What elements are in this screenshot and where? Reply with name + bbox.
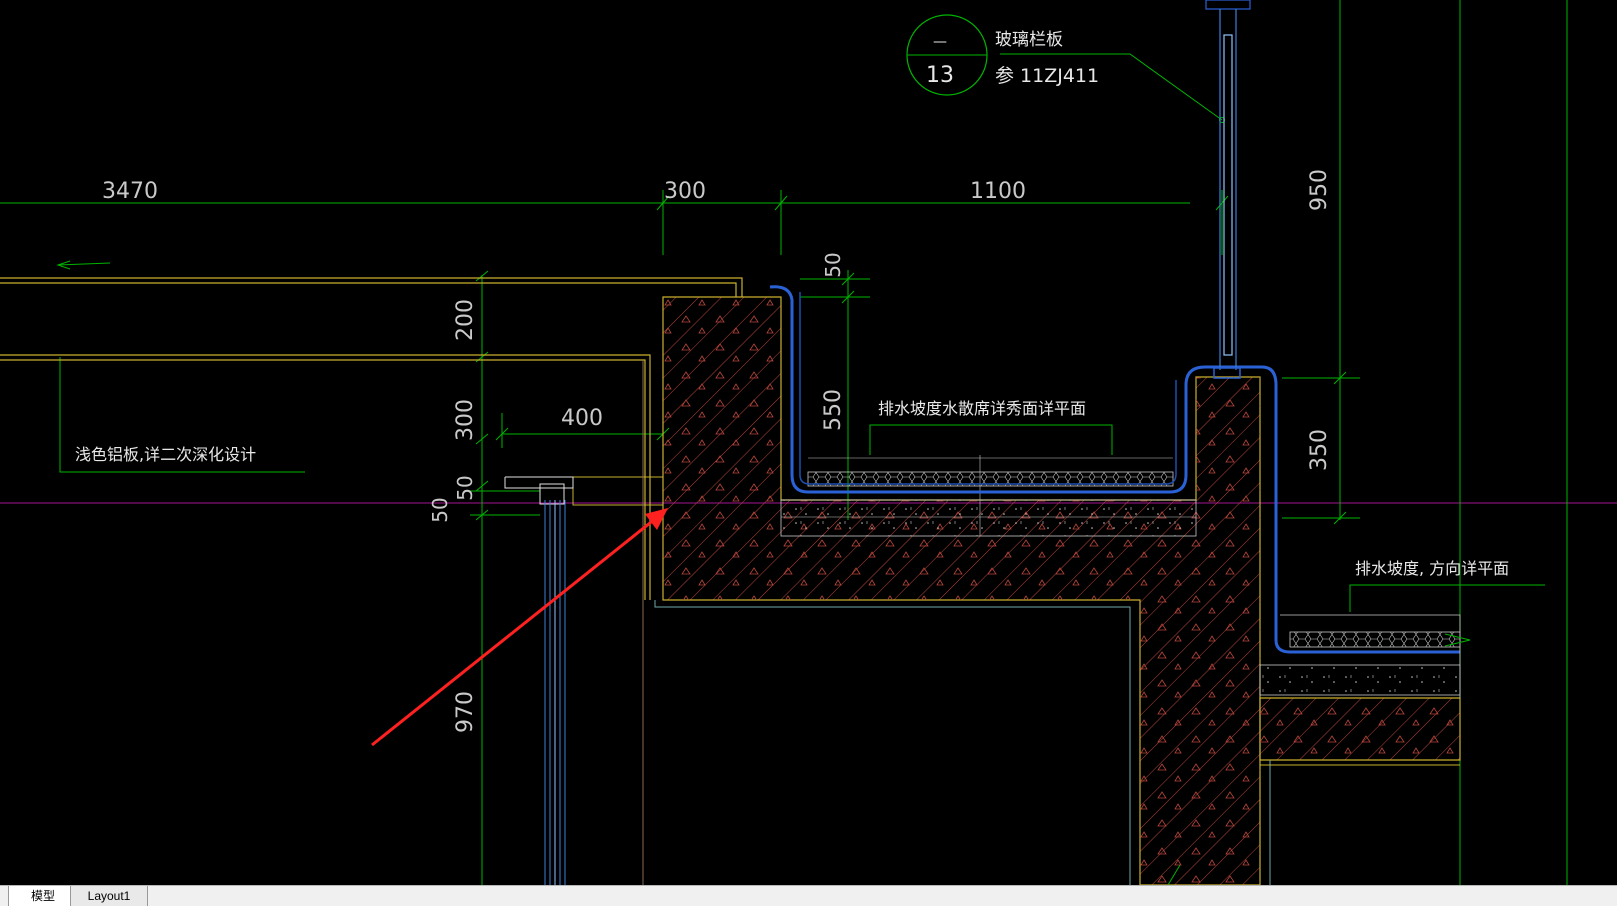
dim-950: 950 bbox=[1307, 169, 1332, 211]
dim-200: 200 bbox=[453, 299, 478, 341]
dim-50-b: 50 bbox=[428, 497, 452, 522]
label-gutter-detail: 排水坡度水散席详秀面详平面 bbox=[878, 399, 1086, 418]
cad-drawing-canvas[interactable]: — 13 玻璃栏板 参 11ZJ411 浅色铝板,详二次深化设计 排水坡度水散席… bbox=[0, 0, 1617, 885]
label-drain-slope: 排水坡度, 方向详平面 bbox=[1355, 559, 1509, 578]
callout-number: 13 bbox=[926, 63, 954, 88]
concrete-slab-dots bbox=[663, 297, 1260, 885]
callout-top: — bbox=[933, 34, 947, 50]
layout-tab-bar: 模型 Layout1 bbox=[0, 885, 1617, 906]
label-glass-railing: 玻璃栏板 bbox=[995, 30, 1063, 50]
tab-layout1[interactable]: Layout1 bbox=[70, 886, 148, 906]
top-dimension-line bbox=[0, 190, 1229, 255]
red-annotation-arrow bbox=[371, 508, 668, 747]
detail-callout: — 13 bbox=[906, 14, 988, 96]
dim-50-a: 50 bbox=[453, 475, 477, 500]
concrete-slab-right-dots bbox=[1260, 698, 1460, 760]
dim-300-top: 300 bbox=[664, 179, 706, 204]
gutter-layers bbox=[780, 455, 1197, 537]
dim-50-top: 50 bbox=[821, 252, 845, 277]
glass-railing-post bbox=[1205, 0, 1251, 379]
dim-400: 400 bbox=[561, 406, 603, 431]
label-aluminum-panel: 浅色铝板,详二次深化设计 bbox=[75, 445, 256, 464]
dim-300-side: 300 bbox=[453, 399, 478, 441]
dim-3470: 3470 bbox=[102, 179, 158, 204]
dim-350: 350 bbox=[1307, 429, 1332, 471]
left-vertical-dimension bbox=[470, 270, 540, 885]
window-mullion bbox=[544, 500, 566, 885]
roof-edge-outline bbox=[0, 277, 743, 600]
dim-550: 550 bbox=[821, 389, 846, 431]
dim-970: 970 bbox=[453, 691, 478, 733]
tab-model[interactable]: 模型 bbox=[8, 886, 78, 906]
label-ref-std: 参 11ZJ411 bbox=[995, 65, 1099, 87]
lower-gutter-layers bbox=[1259, 614, 1461, 698]
dim-1100: 1100 bbox=[970, 179, 1026, 204]
